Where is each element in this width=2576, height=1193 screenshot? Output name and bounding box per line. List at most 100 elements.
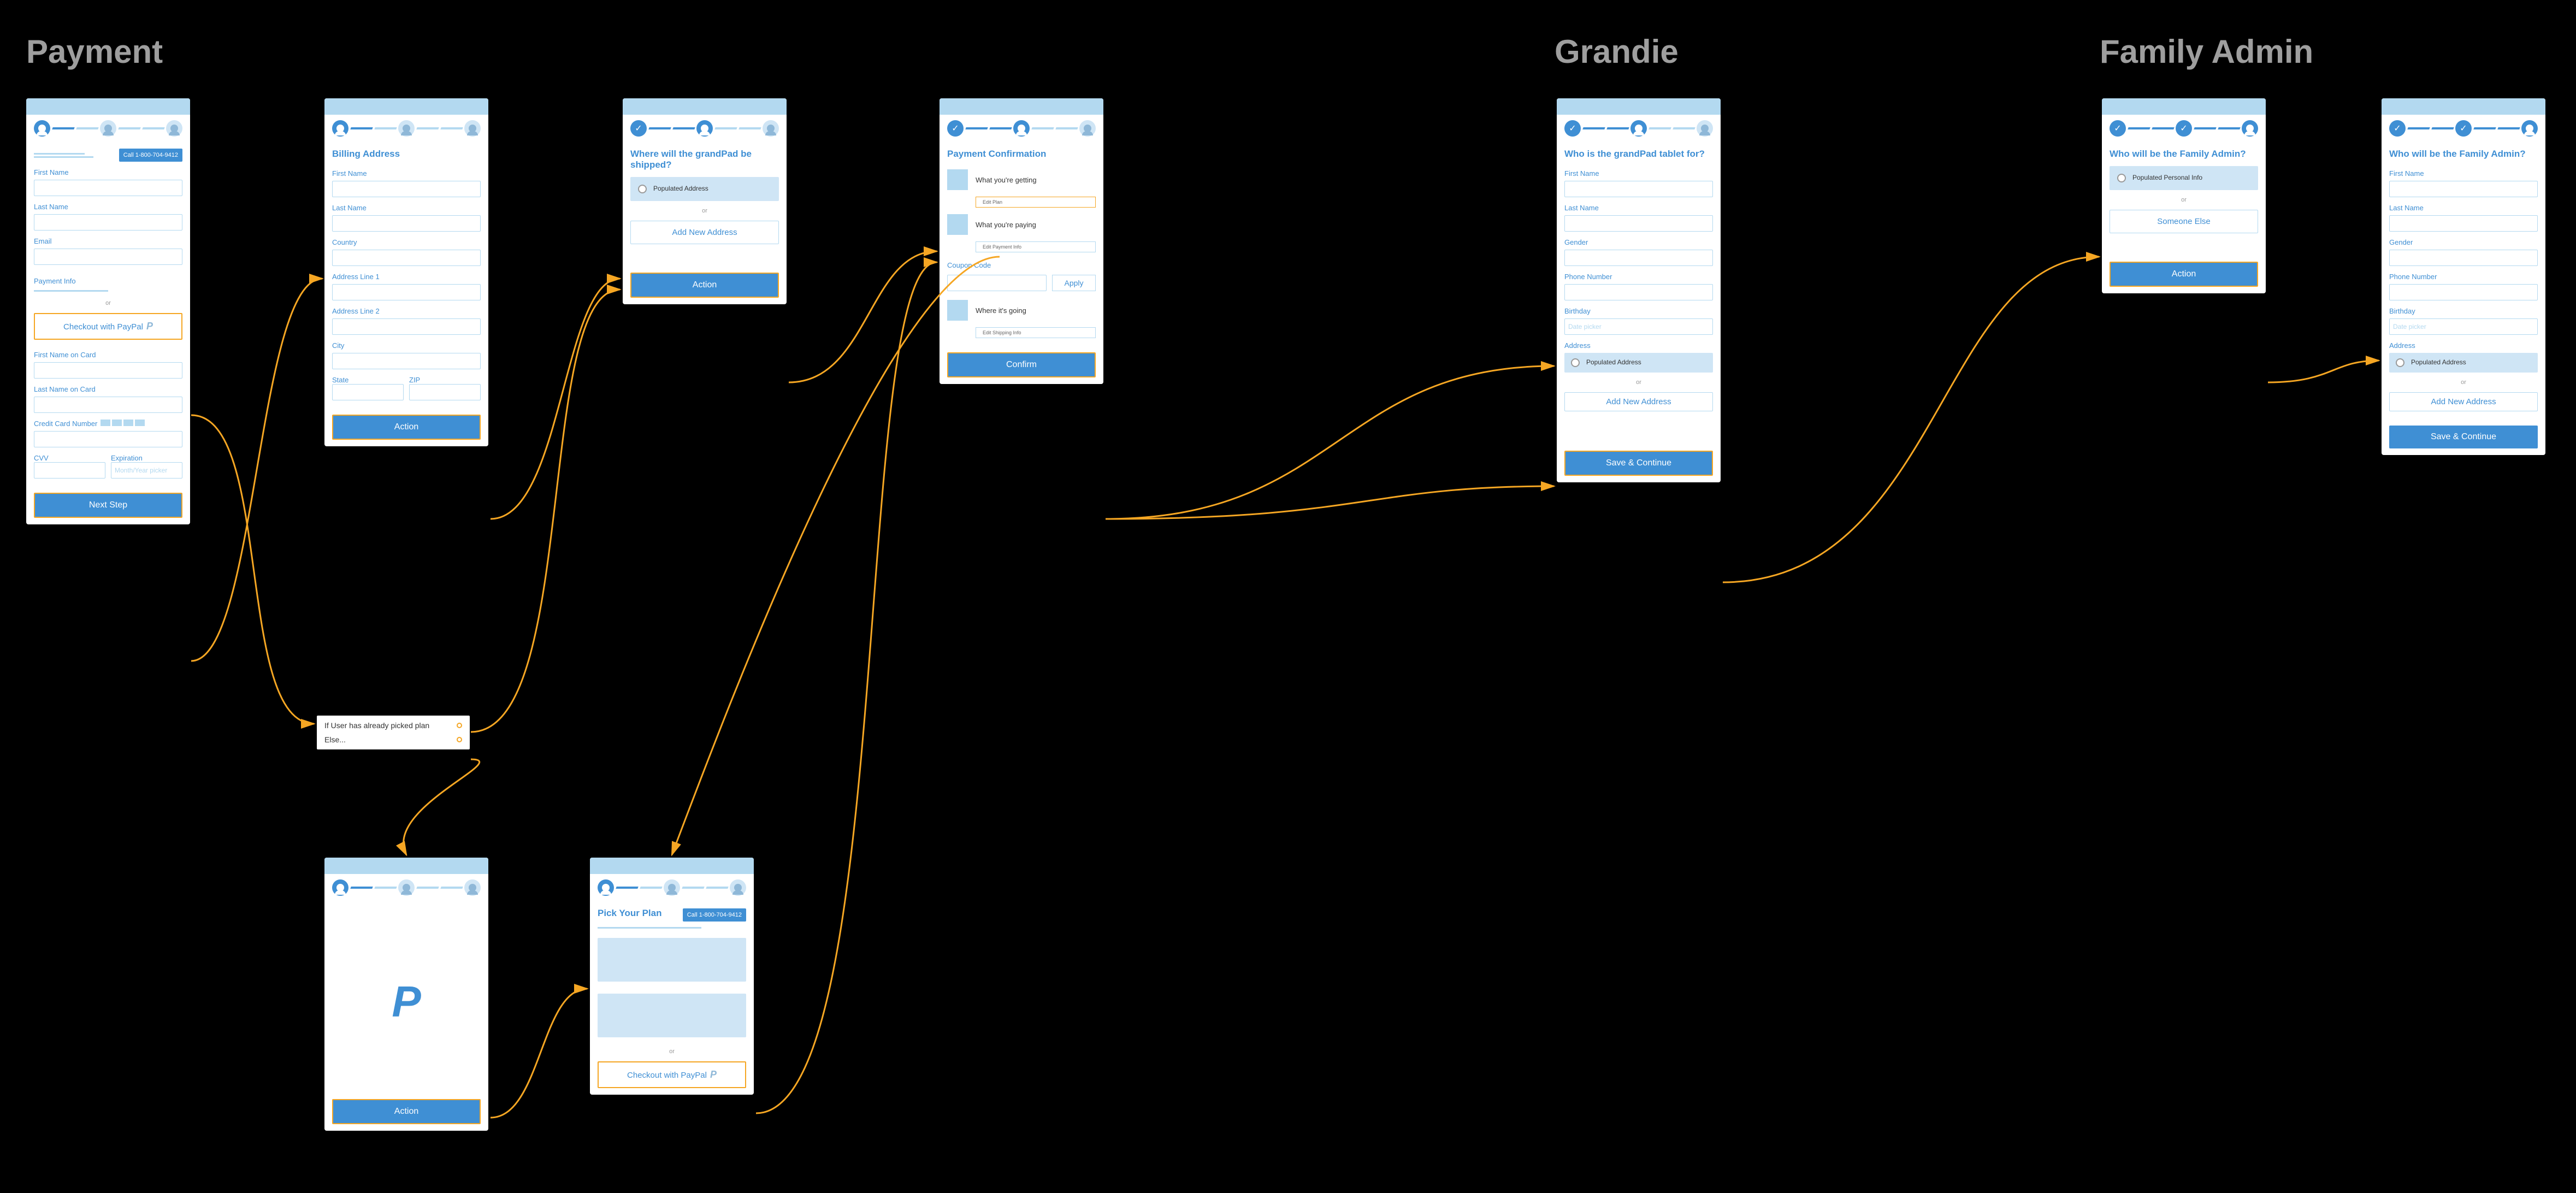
step-3-icon: [2521, 120, 2538, 137]
or-divider: or: [2110, 197, 2258, 203]
input-first-name[interactable]: [332, 181, 481, 197]
card-type-icons: [101, 420, 145, 426]
input-zip[interactable]: [409, 384, 481, 400]
plan-option-1[interactable]: [598, 938, 746, 982]
add-new-address-button[interactable]: Add New Address: [630, 221, 779, 244]
step-1-icon: ✓: [2389, 120, 2406, 137]
radio-icon: [2117, 174, 2126, 182]
plan-option-2[interactable]: [598, 994, 746, 1037]
screen-pick-plan: Pick Your Plan Call 1-800-704-9412 or Ch…: [590, 858, 754, 1095]
step-1-icon: [34, 120, 50, 137]
input-coupon[interactable]: [947, 275, 1047, 291]
label-cvv: CVV: [34, 454, 105, 462]
add-new-address-button[interactable]: Add New Address: [1564, 392, 1713, 411]
input-credit-card[interactable]: [34, 431, 182, 447]
confirm-button[interactable]: Confirm: [947, 352, 1096, 377]
call-button[interactable]: Call 1-800-704-9412: [683, 908, 746, 922]
input-city[interactable]: [332, 353, 481, 369]
label-birthday: Birthday: [2389, 307, 2538, 315]
stepper: [324, 874, 488, 901]
step-3-icon: [1079, 120, 1096, 137]
step-2-icon: [1013, 120, 1030, 137]
step-3-icon: [730, 879, 746, 896]
action-button[interactable]: Action: [332, 415, 481, 440]
step-3-icon: [464, 120, 481, 137]
input-first-name[interactable]: [34, 180, 182, 196]
paypal-logo-icon: P: [392, 977, 421, 1027]
screen-family-admin-form: ✓ ✓ Who will be the Family Admin? First …: [2382, 98, 2545, 455]
add-new-address-button[interactable]: Add New Address: [2389, 392, 2538, 411]
input-last-name[interactable]: [34, 214, 182, 231]
populated-address-option[interactable]: Populated Address: [630, 177, 779, 201]
step-dash: [142, 127, 164, 129]
input-gender[interactable]: [1564, 250, 1713, 266]
stepper: ✓ ✓: [2102, 115, 2266, 142]
action-button[interactable]: Action: [2110, 262, 2258, 287]
label-birthday: Birthday: [1564, 307, 1713, 315]
app-top-bar: [26, 98, 190, 115]
input-cvv[interactable]: [34, 462, 105, 479]
step-2-icon: ✓: [2455, 120, 2472, 137]
input-first-name-card[interactable]: [34, 362, 182, 379]
label-coupon: Coupon Code: [947, 261, 1096, 269]
input-phone[interactable]: [1564, 284, 1713, 300]
input-first-name[interactable]: [1564, 181, 1713, 197]
label-email: Email: [34, 237, 182, 245]
input-birthday[interactable]: Date picker: [1564, 318, 1713, 335]
step-2-icon: [398, 120, 415, 137]
input-last-name-card[interactable]: [34, 397, 182, 413]
label-first-name: First Name: [332, 169, 481, 178]
edit-payment-button[interactable]: Edit Payment Info: [976, 241, 1096, 252]
action-button[interactable]: Action: [332, 1099, 481, 1124]
label-country: Country: [332, 238, 481, 246]
label-last-name-card: Last Name on Card: [34, 385, 182, 393]
screen-grandie-form: ✓ Who is the grandPad tablet for? First …: [1557, 98, 1721, 482]
input-gender[interactable]: [2389, 250, 2538, 266]
screen-shipping-address: ✓ Where will the grandPad be shipped? Po…: [623, 98, 787, 304]
save-continue-button[interactable]: Save & Continue: [2389, 426, 2538, 448]
apply-button[interactable]: Apply: [1052, 275, 1096, 291]
input-state[interactable]: [332, 384, 404, 400]
summary-getting: What you're getting: [947, 169, 1096, 190]
populated-address-option[interactable]: Populated Address: [2389, 353, 2538, 373]
step-1-icon: ✓: [1564, 120, 1581, 137]
input-birthday[interactable]: Date picker: [2389, 318, 2538, 335]
branch-dot-icon: [457, 723, 462, 728]
edit-shipping-button[interactable]: Edit Shipping Info: [976, 327, 1096, 338]
call-button[interactable]: Call 1-800-704-9412: [119, 149, 182, 162]
checkout-paypal-button[interactable]: Checkout with PayPalP: [598, 1061, 746, 1088]
paypal-icon: P: [146, 321, 153, 332]
next-step-button[interactable]: Next Step: [34, 493, 182, 518]
label-first-name: First Name: [2389, 169, 2538, 178]
step-dash: [76, 127, 98, 129]
decision-else: Else...: [324, 735, 462, 744]
input-first-name[interactable]: [2389, 181, 2538, 197]
label-zip: ZIP: [409, 376, 481, 384]
input-address1[interactable]: [332, 284, 481, 300]
input-country[interactable]: [332, 250, 481, 266]
save-continue-button[interactable]: Save & Continue: [1564, 451, 1713, 476]
label-address1: Address Line 1: [332, 273, 481, 281]
input-phone[interactable]: [2389, 284, 2538, 300]
stepper: [26, 115, 190, 142]
input-address2[interactable]: [332, 318, 481, 335]
input-expiration[interactable]: Month/Year picker: [111, 462, 182, 479]
screen-title: Payment Confirmation: [947, 149, 1096, 160]
radio-icon: [1571, 358, 1580, 367]
stepper: [324, 115, 488, 142]
input-last-name[interactable]: [2389, 215, 2538, 232]
checkout-paypal-button[interactable]: Checkout with PayPalP: [34, 313, 182, 340]
action-button[interactable]: Action: [630, 273, 779, 298]
input-last-name[interactable]: [1564, 215, 1713, 232]
app-top-bar: [2102, 98, 2266, 115]
someone-else-button[interactable]: Someone Else: [2110, 210, 2258, 233]
screen-billing-address: Billing Address First Name Last Name Cou…: [324, 98, 488, 446]
radio-icon: [638, 185, 647, 193]
label-last-name: Last Name: [2389, 204, 2538, 212]
edit-plan-button[interactable]: Edit Plan: [976, 197, 1096, 208]
app-top-bar: [590, 858, 754, 874]
populated-address-option[interactable]: Populated Address: [1564, 353, 1713, 373]
populated-personal-option[interactable]: Populated Personal Info: [2110, 166, 2258, 190]
input-last-name[interactable]: [332, 215, 481, 232]
input-email[interactable]: [34, 249, 182, 265]
